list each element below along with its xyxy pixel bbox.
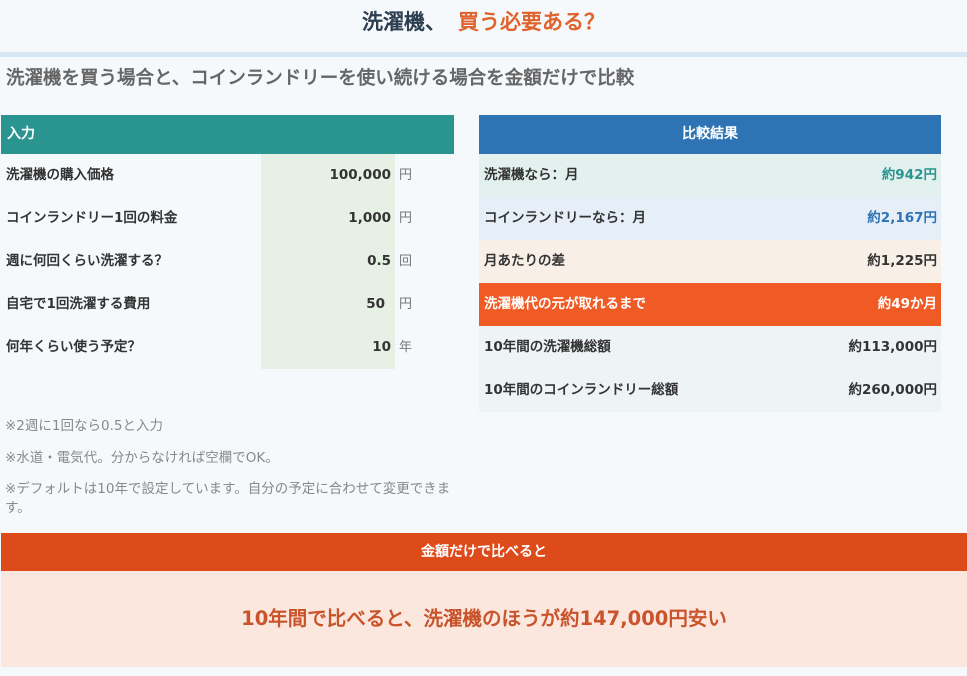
- summary-message: 10年間で比べると、洗濯機のほうが約147,000円安い: [241, 607, 727, 630]
- input-value[interactable]: 50: [366, 283, 385, 326]
- result-label: 10年間のコインランドリー総額: [484, 382, 679, 398]
- title-accent: 買う必要ある？: [458, 10, 605, 34]
- coin-laundry-fee-field[interactable]: 1,000: [261, 197, 395, 240]
- summary-heading: 金額だけで比べると: [1, 533, 967, 571]
- result-value: 約1,225円: [867, 253, 937, 269]
- input-row-home-wash-cost: 自宅で1回洗濯する費用 50 円: [1, 283, 454, 326]
- title-main: 洗濯機、: [362, 10, 446, 34]
- input-value[interactable]: 0.5: [367, 240, 391, 283]
- input-label: 週に何回くらい洗濯する？: [6, 253, 168, 269]
- purchase-price-field[interactable]: 100,000: [261, 154, 395, 197]
- page-subtitle: 洗濯機を買う場合と、コインランドリーを使い続ける場合を金額だけで比較: [6, 68, 635, 89]
- result-row-laundry-monthly: コインランドリーなら：月 約2,167円: [479, 197, 941, 240]
- input-unit: 円: [399, 297, 413, 312]
- summary-panel: 10年間で比べると、洗濯機のほうが約147,000円安い: [1, 571, 967, 667]
- result-row-washer-monthly: 洗濯機なら：月 約942円: [479, 154, 941, 197]
- input-value[interactable]: 1,000: [348, 197, 391, 240]
- result-label: 洗濯機代の元が取れるまで: [484, 296, 646, 312]
- result-label: コインランドリーなら：月: [484, 210, 646, 226]
- input-unit: 円: [399, 168, 413, 183]
- result-label: 10年間の洗濯機総額: [484, 339, 611, 355]
- result-label: 洗濯機なら：月: [484, 167, 579, 183]
- result-label: 月あたりの差: [484, 253, 565, 269]
- result-value: 約2,167円: [867, 210, 937, 226]
- result-row-washer-total: 10年間の洗濯機総額 約113,000円: [479, 326, 941, 369]
- result-panel-heading: 比較結果: [479, 115, 941, 154]
- input-label: コインランドリー1回の料金: [6, 210, 178, 226]
- result-row-laundry-total: 10年間のコインランドリー総額 約260,000円: [479, 369, 941, 412]
- input-row-weekly-frequency: 週に何回くらい洗濯する？ 0.5 回: [1, 240, 454, 283]
- note-frequency: ※2週に1回なら0.5と入力: [5, 418, 163, 434]
- input-value[interactable]: 10: [372, 326, 391, 369]
- note-default-years: ※デフォルトは10年で設定しています。自分の予定に合わせて変更できます。: [5, 481, 451, 516]
- title-divider: [0, 52, 967, 57]
- input-label: 自宅で1回洗濯する費用: [6, 296, 151, 312]
- input-value[interactable]: 100,000: [330, 154, 392, 197]
- result-value: 約942円: [881, 167, 937, 183]
- result-row-monthly-difference: 月あたりの差 約1,225円: [479, 240, 941, 283]
- page-title: 洗濯機、 買う必要ある？: [0, 0, 967, 44]
- input-unit: 回: [399, 254, 413, 269]
- input-panel-heading: 入力: [1, 115, 454, 154]
- home-wash-cost-field[interactable]: 50: [261, 283, 395, 326]
- input-label: 何年くらい使う予定？: [6, 339, 141, 355]
- input-row-years-of-use: 何年くらい使う予定？ 10 年: [1, 326, 454, 369]
- result-value: 約113,000円: [848, 339, 938, 355]
- result-value: 約260,000円: [848, 382, 938, 398]
- result-value: 約49か月: [877, 296, 937, 312]
- input-unit: 円: [399, 211, 413, 226]
- input-row-coin-laundry-fee: コインランドリー1回の料金 1,000 円: [1, 197, 454, 240]
- result-row-break-even: 洗濯機代の元が取れるまで 約49か月: [479, 283, 941, 326]
- input-row-purchase-price: 洗濯機の購入価格 100,000 円: [1, 154, 454, 197]
- years-of-use-field[interactable]: 10: [261, 326, 395, 369]
- input-unit: 年: [399, 340, 413, 355]
- input-label: 洗濯機の購入価格: [6, 167, 114, 183]
- note-utility-cost: ※水道・電気代。分からなければ空欄でOK。: [5, 450, 279, 466]
- weekly-frequency-field[interactable]: 0.5: [261, 240, 395, 283]
